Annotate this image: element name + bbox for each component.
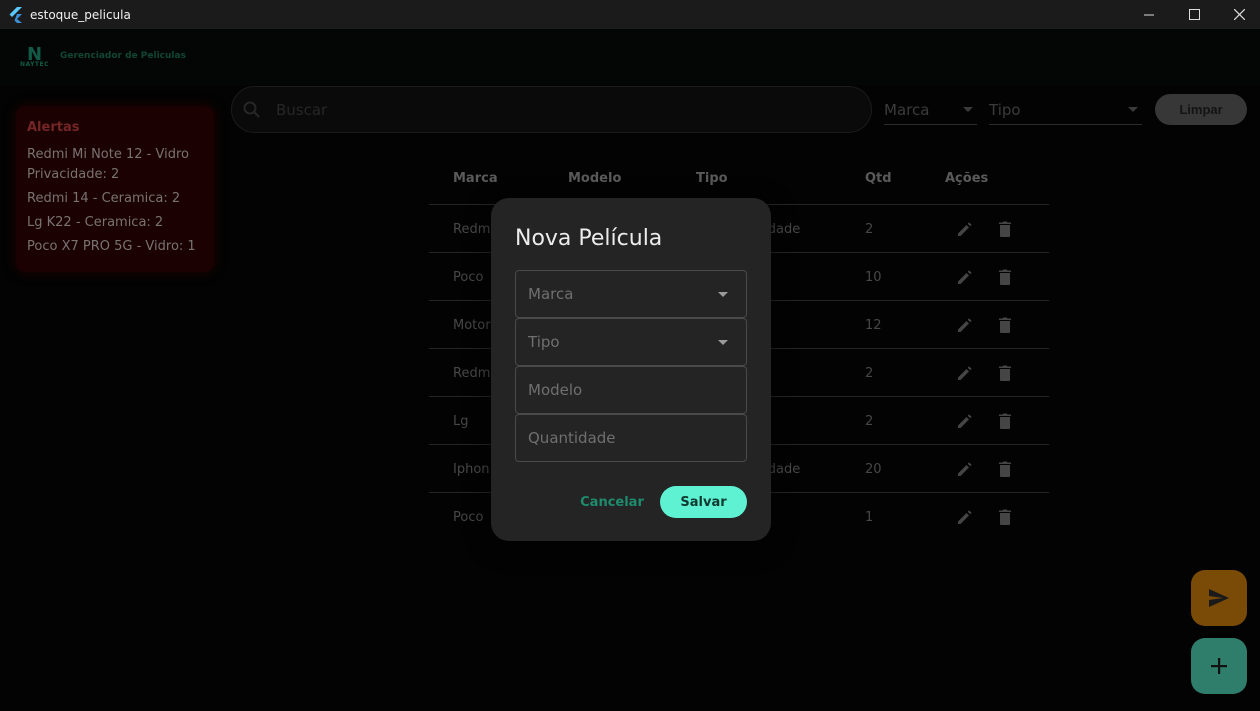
minimize-button[interactable] bbox=[1126, 0, 1172, 29]
minimize-icon bbox=[1144, 14, 1154, 15]
chevron-down-icon bbox=[718, 339, 728, 345]
save-button[interactable]: Salvar bbox=[660, 486, 747, 518]
plus-icon bbox=[1211, 658, 1227, 674]
marca-select-label: Marca bbox=[528, 285, 574, 303]
maximize-button[interactable] bbox=[1171, 0, 1217, 29]
quantidade-field[interactable]: Quantidade bbox=[515, 414, 747, 462]
maximize-icon bbox=[1188, 9, 1200, 20]
window-titlebar: estoque_pelicula bbox=[0, 0, 1260, 29]
window-title: estoque_pelicula bbox=[30, 7, 131, 22]
close-icon bbox=[1233, 9, 1245, 20]
cancel-button[interactable]: Cancelar bbox=[579, 486, 645, 518]
add-fab[interactable] bbox=[1191, 638, 1247, 694]
nova-pelicula-dialog: Nova Película Marca Tipo Modelo Quantida… bbox=[491, 198, 771, 541]
close-button[interactable] bbox=[1216, 0, 1260, 29]
dialog-title: Nova Película bbox=[515, 226, 663, 251]
chevron-down-icon bbox=[718, 291, 728, 297]
send-fab[interactable] bbox=[1191, 570, 1247, 626]
modelo-field[interactable]: Modelo bbox=[515, 366, 747, 414]
quantidade-field-label: Quantidade bbox=[528, 429, 616, 447]
send-icon bbox=[1209, 589, 1229, 607]
modelo-field-label: Modelo bbox=[528, 381, 583, 399]
flutter-icon bbox=[9, 6, 22, 23]
tipo-select-label: Tipo bbox=[528, 333, 560, 351]
marca-select[interactable]: Marca bbox=[515, 270, 747, 318]
tipo-select[interactable]: Tipo bbox=[515, 318, 747, 366]
